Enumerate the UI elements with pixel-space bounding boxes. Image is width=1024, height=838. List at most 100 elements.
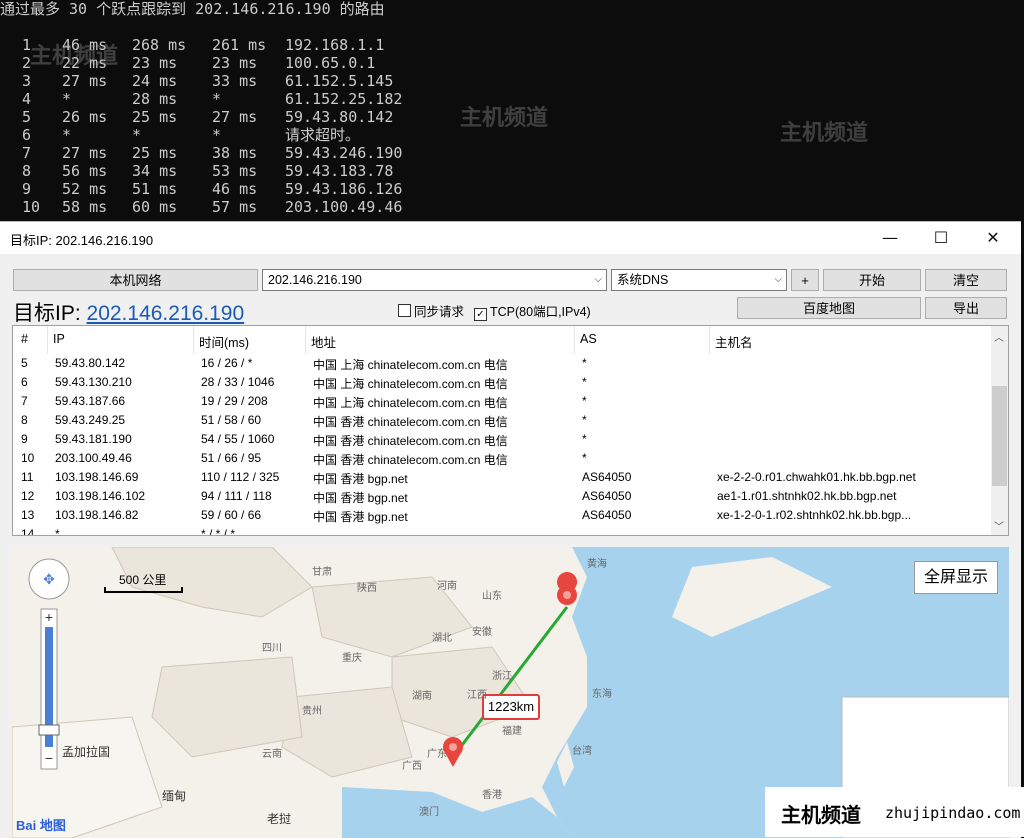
map-place-label: 老挝 — [267, 812, 292, 826]
console-cell: 59.43.246.190 — [285, 144, 403, 162]
table-cell: 203.100.49.46 — [55, 451, 132, 465]
scroll-up-icon[interactable]: ︿ — [994, 329, 1004, 344]
add-button[interactable]: + — [791, 269, 819, 291]
table-cell: AS64050 — [582, 489, 632, 503]
maximize-button[interactable]: ☐ — [918, 224, 964, 252]
column-header[interactable]: 时间(ms) — [199, 332, 249, 351]
zoom-handle[interactable] — [38, 724, 60, 736]
export-button[interactable]: 导出 — [925, 297, 1007, 319]
hop-table: # IP 时间(ms) 地址 AS 主机名 5 59.43.80.142 16 / 26 / … — [12, 325, 1009, 536]
column-divider[interactable] — [47, 326, 48, 354]
column-divider[interactable] — [305, 326, 306, 354]
map-place-label: 广东 — [427, 749, 447, 760]
map-place-label: 浙江 — [492, 671, 512, 682]
table-cell: 中国 香港 chinatelecom.com.cn 电信 — [313, 434, 508, 448]
checkbox-unchecked-icon — [398, 304, 411, 317]
table-cell: * — [582, 451, 587, 465]
target-ip-label: 目标IP: 202.146.216.190 — [13, 297, 244, 327]
map-place-label: 台湾 — [572, 746, 592, 757]
scale-label: 500 公里 — [119, 573, 167, 587]
map-place-label: 澳门 — [419, 807, 439, 818]
column-header[interactable]: IP — [53, 332, 65, 346]
console-cell: 61.152.25.182 — [285, 90, 403, 108]
map-place-label: 湖南 — [412, 691, 432, 702]
map-place-label: 香港 — [482, 790, 502, 801]
table-cell: 59.43.187.66 — [55, 394, 126, 408]
scrollbar-thumb[interactable] — [992, 386, 1007, 486]
table-cell: 中国 香港 bgp.net — [313, 510, 408, 524]
map-place-label: 黄海 — [587, 559, 607, 570]
table-cell: 19 / 29 / 208 — [201, 394, 268, 408]
column-divider[interactable] — [709, 326, 710, 354]
map-place-label: 湖北 — [432, 633, 452, 644]
sync-request-checkbox[interactable]: 同步请求 — [398, 301, 464, 320]
dns-select[interactable]: 系统DNS ⌵ — [611, 269, 787, 291]
table-cell: 59 / 60 / 66 — [201, 508, 262, 522]
table-cell: * — [582, 356, 587, 370]
table-cell: 103.198.146.82 — [55, 508, 139, 522]
map-place-label: 重庆 — [342, 653, 362, 664]
column-header[interactable]: # — [21, 332, 28, 346]
table-cell: * / * / * — [201, 527, 236, 536]
target-ip-value: 202.146.216.190 — [268, 273, 362, 287]
console-cell: 203.100.49.46 — [285, 198, 403, 216]
target-ip-input[interactable]: 202.146.216.190 ⌵ — [262, 269, 607, 291]
window-title: 目标IP: 202.146.216.190 — [10, 233, 154, 248]
table-cell: 7 — [21, 394, 28, 408]
table-cell: xe-1-2-0-1.r02.shtnhk02.hk.bb.bgp... — [717, 508, 912, 522]
start-button[interactable]: 开始 — [823, 269, 921, 291]
table-cell: 16 / 26 / * — [201, 356, 253, 370]
map-place-label: 山东 — [482, 591, 502, 602]
chevron-down-icon: ⌵ — [774, 274, 782, 285]
clear-button[interactable]: 清空 — [925, 269, 1007, 291]
zoom-out-icon[interactable]: − — [45, 750, 53, 766]
table-cell: * — [582, 432, 587, 446]
column-header[interactable]: 地址 — [311, 332, 336, 351]
table-cell: 12 — [21, 489, 35, 503]
table-cell: 51 / 58 / 60 — [201, 413, 262, 427]
table-cell: 59.43.181.190 — [55, 432, 132, 446]
table-cell: 14 — [21, 527, 35, 536]
sync-request-label: 同步请求 — [414, 305, 465, 319]
tcp-checkbox[interactable]: ✓ TCP(80端口,IPv4) — [474, 301, 591, 321]
map-place-label: 陕西 — [357, 583, 377, 594]
baidu-map-logo[interactable]: Bai 地图 — [16, 815, 66, 834]
table-cell: * — [582, 413, 587, 427]
fullscreen-button[interactable]: 全屏显示 — [914, 561, 998, 594]
map-place-label: 广西 — [402, 761, 422, 772]
chevron-down-icon: ⌵ — [594, 274, 602, 285]
vertical-scrollbar[interactable]: ︿ ﹀ — [991, 326, 1008, 535]
column-divider[interactable] — [574, 326, 575, 354]
brand-name: 主机频道 — [781, 805, 861, 827]
column-divider[interactable] — [193, 326, 194, 354]
console-cell: 59.43.183.78 — [285, 162, 394, 180]
table-cell: 59.43.80.142 — [55, 356, 126, 370]
table-cell: 103.198.146.69 — [55, 470, 139, 484]
console-cell: 请求超时。 — [285, 126, 361, 144]
map-place-label: 东海 — [592, 689, 612, 700]
scroll-down-icon[interactable]: ﹀ — [994, 518, 1004, 533]
table-cell: * — [582, 375, 587, 389]
local-network-button[interactable]: 本机网络 — [13, 269, 258, 291]
table-cell: 13 — [21, 508, 35, 522]
minimize-button[interactable]: — — [867, 224, 913, 252]
column-header[interactable]: AS — [580, 332, 597, 346]
pan-arrows-icon[interactable]: ✥ — [43, 571, 55, 587]
map-place-label: 福建 — [502, 726, 522, 737]
map-place-label: 河南 — [437, 581, 457, 592]
table-cell: 54 / 55 / 1060 — [201, 432, 275, 446]
map-place-label: 江西 — [467, 690, 487, 701]
column-header[interactable]: 主机名 — [715, 332, 753, 351]
checkbox-checked-icon: ✓ — [474, 308, 487, 321]
close-button[interactable]: ✕ — [970, 224, 1016, 252]
table-cell: 6 — [21, 375, 28, 389]
baidu-map-button[interactable]: 百度地图 — [737, 297, 921, 319]
target-ip-link[interactable]: 202.146.216.190 — [87, 302, 245, 325]
table-cell: * — [582, 394, 587, 408]
map-place-label: 安徽 — [472, 627, 492, 638]
table-cell: 51 / 66 / 95 — [201, 451, 262, 465]
map-place-label: 甘肃 — [312, 567, 332, 578]
table-cell: AS64050 — [582, 508, 632, 522]
zoom-in-icon[interactable]: + — [45, 609, 53, 625]
table-cell: xe-2-2-0.r01.chwahk01.hk.bb.bgp.net — [717, 470, 916, 484]
